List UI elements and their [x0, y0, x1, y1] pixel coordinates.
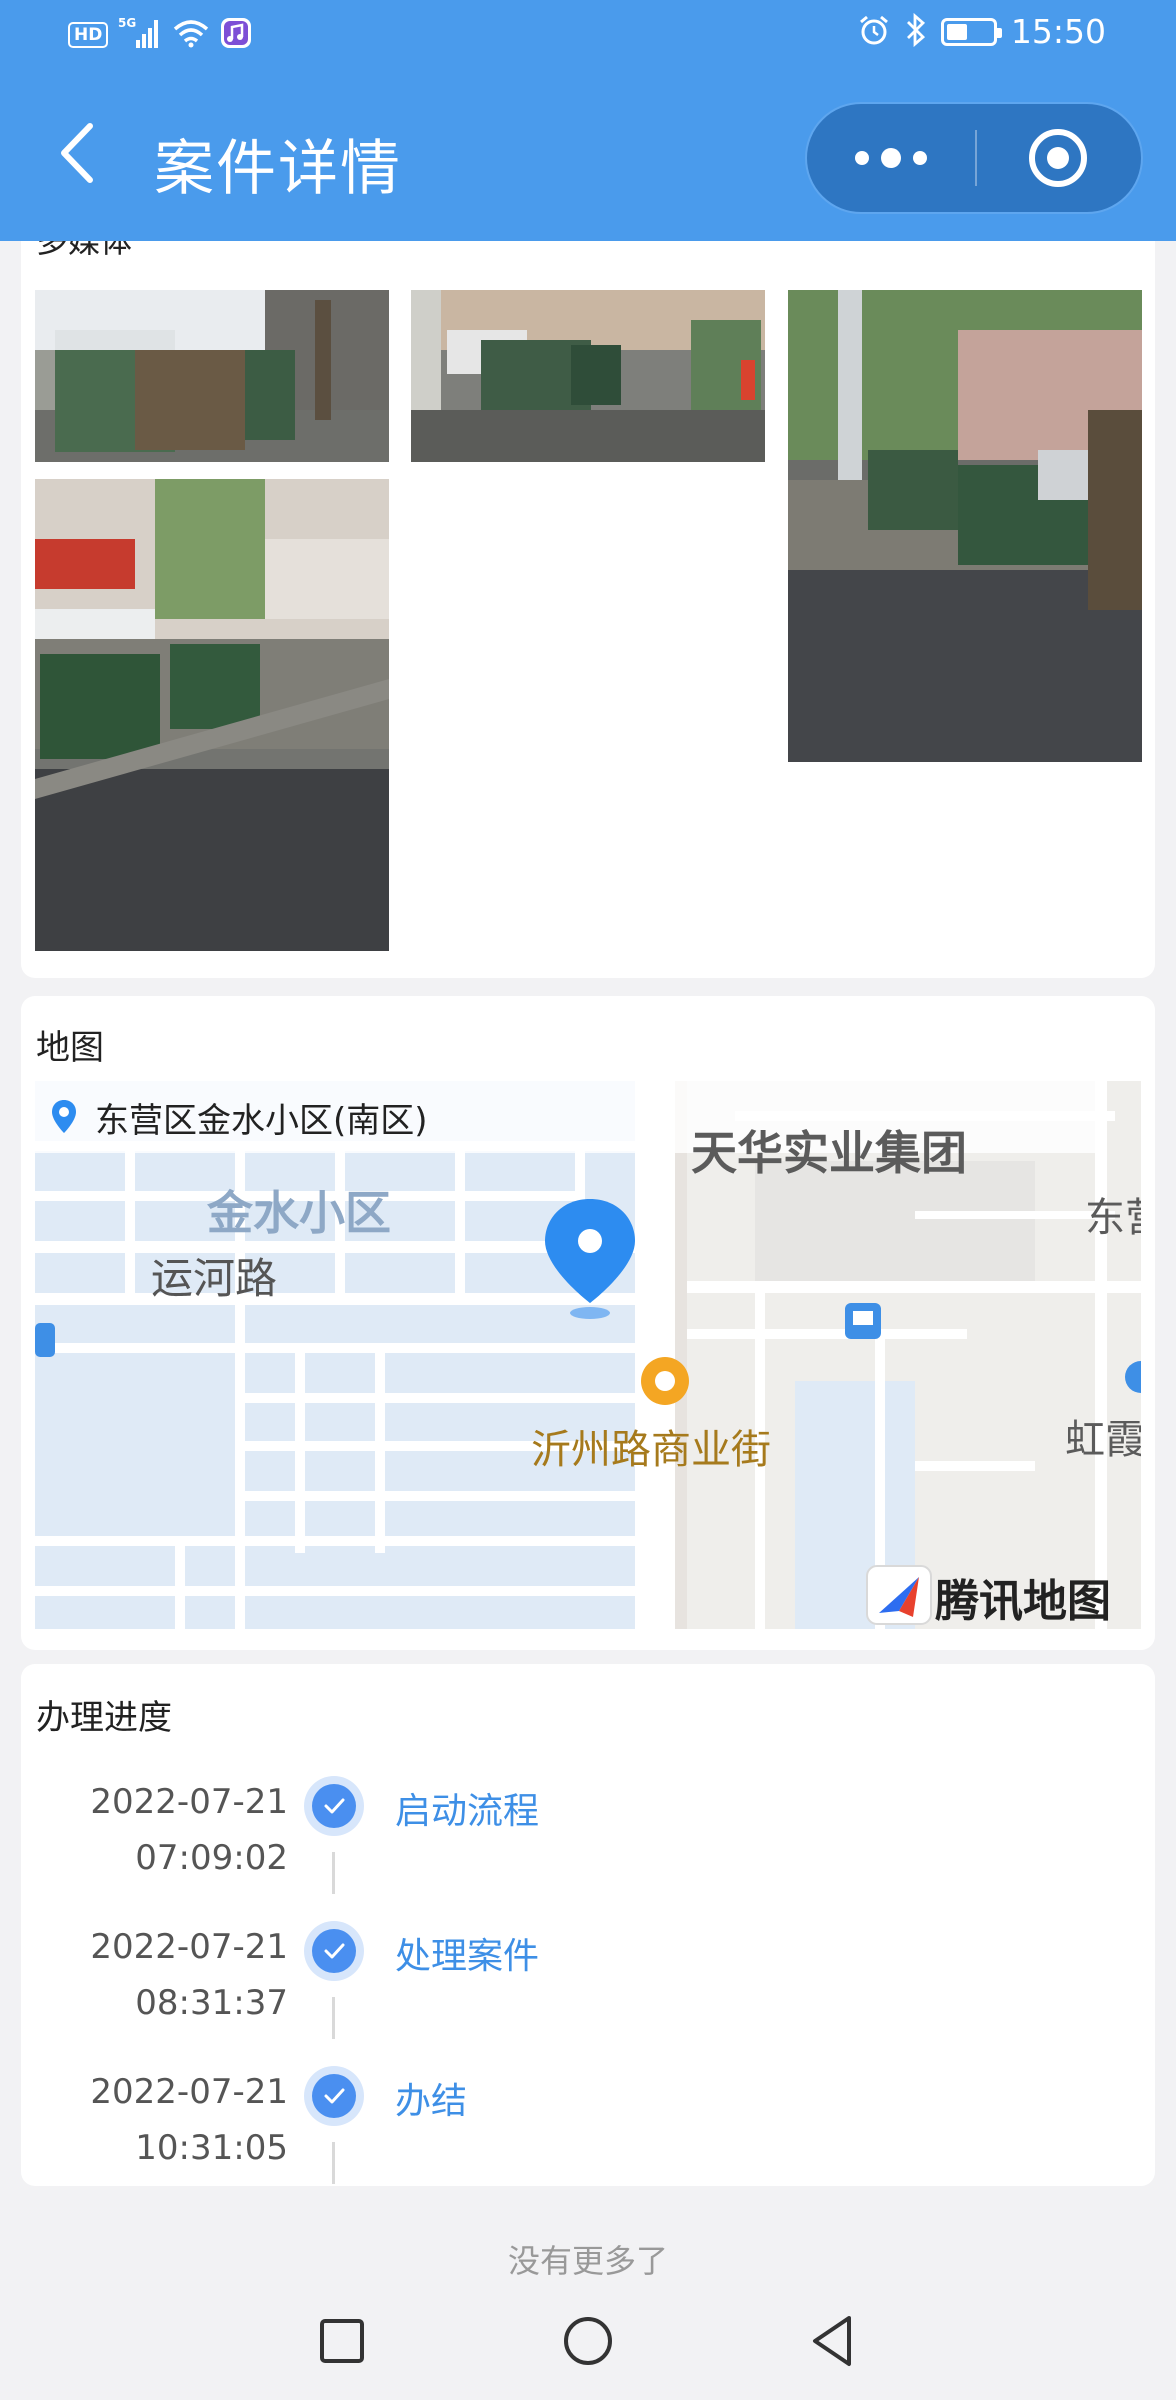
timeline-step-label[interactable]: 启动流程 — [395, 1782, 539, 1834]
garbage-bins-photo-4 — [35, 479, 389, 951]
map-card: 地图 东营区金水小区(南区) 天华实业集团 金水小区 运河路 沂州路商业街 东 … — [21, 996, 1155, 1650]
hd-badge: HD — [68, 22, 109, 48]
map-label-jinshui: 金水小区 — [207, 1186, 391, 1240]
system-nav-bar — [0, 2278, 1176, 2400]
close-mini-program-button[interactable] — [977, 104, 1143, 212]
map-label-hongxia: 虹霞 — [1065, 1417, 1141, 1463]
check-circle-icon — [304, 1921, 364, 1981]
timeline-time: 10:31:05 — [135, 2128, 288, 2168]
timeline-date: 2022-07-21 — [90, 1927, 288, 1967]
wifi-icon — [172, 18, 210, 52]
photo-thumbnail[interactable] — [35, 479, 389, 951]
system-back-button[interactable] — [787, 2296, 877, 2386]
garbage-bins-photo-1 — [35, 290, 389, 462]
location-pin-icon — [51, 1099, 77, 1135]
alarm-icon — [857, 13, 891, 51]
timeline-step-label[interactable]: 办结 — [395, 2072, 467, 2124]
back-icon — [813, 2316, 851, 2366]
target-circle-icon — [1029, 129, 1087, 187]
status-left: HD 5G — [68, 16, 252, 54]
battery-icon — [940, 17, 1002, 46]
progress-card: 办理进度 2022-07-21 07:09:02 启动流程 2022-07-21… — [21, 1664, 1155, 2186]
map-canvas — [35, 1081, 1141, 1629]
timeline-connector — [332, 1852, 335, 1894]
map-view[interactable]: 东营区金水小区(南区) 天华实业集团 金水小区 运河路 沂州路商业街 东营 虹霞… — [35, 1081, 1141, 1629]
page-title: 案件详情 — [154, 134, 402, 204]
garbage-bins-photo-3 — [788, 290, 1142, 762]
timeline-connector — [332, 1997, 335, 2039]
map-label-tianhua: 天华实业集团 — [691, 1126, 967, 1180]
home-button[interactable] — [543, 2296, 633, 2386]
map-label-yizhou: 沂州路商业街 — [531, 1427, 771, 1473]
check-circle-icon — [304, 1776, 364, 1836]
garbage-bins-photo-2 — [411, 290, 765, 462]
media-card: 多媒体 — [21, 200, 1155, 978]
recent-apps-button[interactable] — [297, 2296, 387, 2386]
timeline-time: 08:31:37 — [135, 1983, 288, 2023]
bluetooth-icon — [905, 12, 927, 51]
music-app-icon — [220, 17, 252, 53]
timeline-item: 2022-07-21 08:31:37 处理案件 — [21, 1917, 1155, 2062]
map-label-yunhe: 运河路 — [151, 1254, 278, 1303]
more-dots-icon — [855, 148, 927, 168]
map-section-title: 地图 — [36, 1028, 104, 1068]
status-right: 15:50 — [857, 12, 1106, 51]
timeline-step-label[interactable]: 处理案件 — [395, 1927, 539, 1979]
photo-thumbnail[interactable] — [411, 290, 765, 462]
map-provider-logo: 腾讯地图 — [935, 1576, 1111, 1627]
timeline-item: 2022-07-21 07:09:02 启动流程 — [21, 1772, 1155, 1917]
back-button[interactable] — [50, 118, 110, 188]
signal-5g-label: 5G — [118, 16, 136, 30]
photo-thumbnail[interactable] — [788, 290, 1142, 762]
mini-program-capsule — [805, 102, 1143, 214]
no-more-text: 没有更多了 — [507, 2242, 668, 2280]
address-text: 东营区金水小区(南区) — [95, 1100, 428, 1141]
chevron-left-icon — [61, 123, 93, 183]
progress-section-title: 办理进度 — [36, 1698, 172, 1738]
timeline-connector — [332, 2142, 335, 2184]
signal-icon: 5G — [118, 16, 162, 54]
nav-bar: 案件详情 — [0, 72, 1176, 241]
photo-thumbnail[interactable] — [35, 290, 389, 462]
more-button[interactable] — [807, 104, 975, 212]
timeline-time: 07:09:02 — [135, 1838, 288, 1878]
check-circle-icon — [304, 2066, 364, 2126]
timeline-item: 2022-07-21 10:31:05 办结 — [21, 2062, 1155, 2207]
timeline-date: 2022-07-21 — [90, 2072, 288, 2112]
timeline-date: 2022-07-21 — [90, 1782, 288, 1822]
recent-apps-icon — [320, 2319, 364, 2363]
status-bar: HD 5G 15:50 — [0, 0, 1176, 72]
top-bar: HD 5G 15:50 案件详情 — [0, 0, 1176, 241]
map-label-dong: 东营 — [1085, 1195, 1141, 1241]
status-time: 15:50 — [1010, 12, 1106, 51]
home-icon — [564, 2317, 612, 2365]
